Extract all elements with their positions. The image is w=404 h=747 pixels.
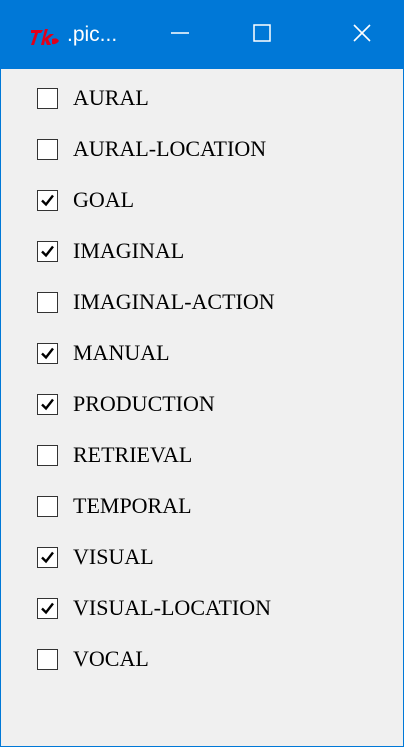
checkbox-checked[interactable] (37, 393, 58, 415)
maximize-icon (252, 23, 272, 48)
close-button[interactable] (321, 1, 403, 69)
checkbox-row[interactable]: IMAGINAL-ACTION (37, 287, 275, 317)
checkbox-label: GOAL (73, 187, 135, 212)
checkbox-panel: AURAL AURAL-LOCATION GOAL IMAGINAL IMAGINAL-… (1, 69, 403, 746)
checkbox-label: VOCAL (73, 646, 149, 671)
checkbox-label: IMAGINAL (73, 238, 185, 263)
checkbox-row[interactable]: AURAL (37, 83, 149, 113)
checkbox[interactable] (37, 648, 58, 670)
checkbox-label: MANUAL (73, 340, 170, 365)
checkbox-row[interactable]: RETRIEVAL (37, 440, 192, 470)
close-icon (352, 23, 372, 48)
checkbox[interactable] (37, 495, 58, 517)
checkbox-label: IMAGINAL-ACTION (73, 289, 275, 314)
checkbox-row[interactable]: VISUAL (37, 542, 154, 572)
checkmark-icon (41, 194, 54, 206)
title-bar[interactable]: .pic... (1, 1, 403, 69)
maximize-button[interactable] (221, 1, 303, 69)
checkbox-row[interactable]: IMAGINAL (37, 236, 184, 266)
minimize-icon (170, 23, 190, 48)
minimize-button[interactable] (139, 1, 221, 69)
checkbox-row[interactable]: VOCAL (37, 644, 149, 674)
checkbox-row[interactable]: PRODUCTION (37, 389, 215, 419)
checkmark-icon (41, 551, 54, 563)
checkbox-checked[interactable] (37, 597, 58, 619)
window-title: .pic... (67, 23, 118, 46)
checkbox-checked[interactable] (37, 240, 58, 262)
app-window: .pic... AURAL AURAL-LOCATION GOAL IMAGIN… (0, 0, 404, 747)
checkbox-label: TEMPORAL (73, 493, 192, 518)
checkbox-label: VISUAL (73, 544, 154, 569)
checkbox-label: AURAL-LOCATION (73, 136, 267, 161)
checkbox-checked[interactable] (37, 546, 58, 568)
checkbox-checked[interactable] (37, 189, 58, 211)
checkbox-label: RETRIEVAL (73, 442, 193, 467)
checkbox-row[interactable]: GOAL (37, 185, 134, 215)
checkbox[interactable] (37, 291, 58, 313)
checkbox-checked[interactable] (37, 342, 58, 364)
checkmark-icon (41, 398, 54, 410)
checkbox-row[interactable]: AURAL-LOCATION (37, 134, 266, 164)
checkbox[interactable] (37, 87, 58, 109)
checkbox-row[interactable]: MANUAL (37, 338, 170, 368)
checkbox[interactable] (37, 138, 58, 160)
checkbox[interactable] (37, 444, 58, 466)
checkbox-label: AURAL (73, 85, 149, 110)
checkmark-icon (41, 347, 54, 359)
checkmark-icon (41, 602, 54, 614)
checkmark-icon (41, 245, 54, 257)
tk-feather-icon (30, 27, 60, 47)
checkbox-label: VISUAL-LOCATION (73, 595, 271, 620)
checkbox-label: PRODUCTION (73, 391, 215, 416)
checkbox-row[interactable]: TEMPORAL (37, 491, 192, 521)
checkbox-row[interactable]: VISUAL-LOCATION (37, 593, 271, 623)
